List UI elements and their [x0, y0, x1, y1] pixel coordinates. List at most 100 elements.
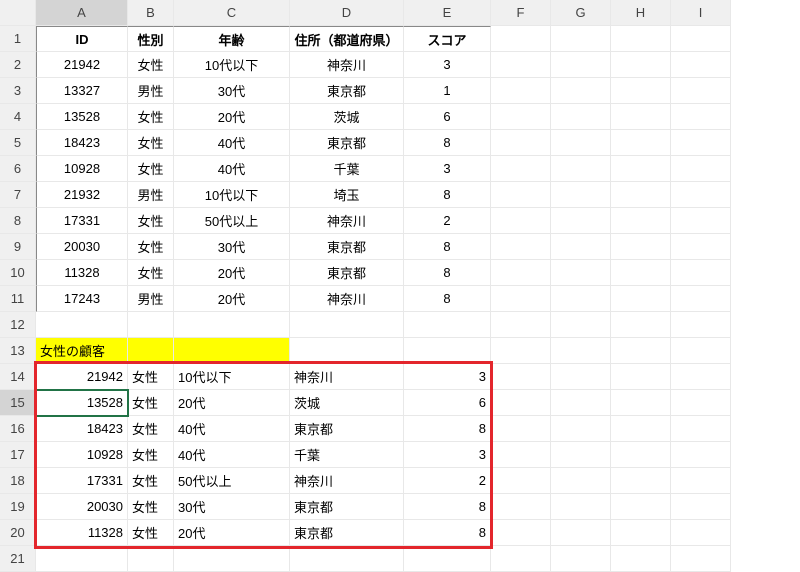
empty-cell[interactable]	[551, 182, 611, 208]
table1-cell[interactable]: 女性	[128, 234, 174, 260]
empty-cell[interactable]	[671, 312, 731, 338]
empty-cell[interactable]	[551, 78, 611, 104]
row-header-6[interactable]: 6	[0, 156, 36, 182]
table1-cell[interactable]: 男性	[128, 286, 174, 312]
empty-cell[interactable]	[491, 234, 551, 260]
row-header-1[interactable]: 1	[0, 26, 36, 52]
row-header-11[interactable]: 11	[0, 286, 36, 312]
table1-header-id[interactable]: ID	[36, 26, 128, 52]
empty-cell[interactable]	[611, 156, 671, 182]
empty-cell[interactable]	[174, 312, 290, 338]
table1-cell[interactable]: 東京都	[290, 130, 404, 156]
table1-cell[interactable]: 女性	[128, 130, 174, 156]
empty-cell[interactable]	[671, 260, 731, 286]
row-header-9[interactable]: 9	[0, 234, 36, 260]
empty-cell[interactable]	[611, 468, 671, 494]
empty-cell[interactable]	[404, 338, 491, 364]
column-header-A[interactable]: A	[36, 0, 128, 26]
table1-header-gender[interactable]: 性別	[128, 26, 174, 52]
empty-cell[interactable]	[551, 520, 611, 546]
table1-cell[interactable]: 3	[404, 156, 491, 182]
table2-cell[interactable]: 17331	[36, 468, 128, 494]
column-header-B[interactable]: B	[128, 0, 174, 26]
row-header-10[interactable]: 10	[0, 260, 36, 286]
table1-cell[interactable]: 40代	[174, 130, 290, 156]
empty-cell[interactable]	[491, 468, 551, 494]
empty-cell[interactable]	[611, 364, 671, 390]
empty-cell[interactable]	[491, 312, 551, 338]
table1-cell[interactable]: 10928	[36, 156, 128, 182]
row-header-3[interactable]: 3	[0, 78, 36, 104]
row-header-13[interactable]: 13	[0, 338, 36, 364]
empty-cell[interactable]	[128, 312, 174, 338]
empty-cell[interactable]	[671, 26, 731, 52]
empty-cell[interactable]	[671, 234, 731, 260]
section-label-fill[interactable]	[128, 338, 174, 364]
table1-cell[interactable]: 埼玉	[290, 182, 404, 208]
row-header-8[interactable]: 8	[0, 208, 36, 234]
empty-cell[interactable]	[128, 546, 174, 572]
empty-cell[interactable]	[611, 182, 671, 208]
table2-cell[interactable]: 8	[404, 416, 491, 442]
table2-cell[interactable]: 茨城	[290, 390, 404, 416]
empty-cell[interactable]	[671, 52, 731, 78]
empty-cell[interactable]	[611, 130, 671, 156]
row-header-14[interactable]: 14	[0, 364, 36, 390]
table2-cell[interactable]: 30代	[174, 494, 290, 520]
table1-cell[interactable]: 女性	[128, 104, 174, 130]
empty-cell[interactable]	[551, 104, 611, 130]
table1-cell[interactable]: 8	[404, 182, 491, 208]
table2-cell[interactable]: 8	[404, 494, 491, 520]
empty-cell[interactable]	[491, 182, 551, 208]
table2-cell[interactable]: 女性	[128, 494, 174, 520]
column-header-H[interactable]: H	[611, 0, 671, 26]
table1-cell[interactable]: 神奈川	[290, 52, 404, 78]
table1-cell[interactable]: 東京都	[290, 260, 404, 286]
table1-cell[interactable]: 21932	[36, 182, 128, 208]
empty-cell[interactable]	[491, 208, 551, 234]
empty-cell[interactable]	[551, 546, 611, 572]
table1-cell[interactable]: 東京都	[290, 234, 404, 260]
empty-cell[interactable]	[491, 494, 551, 520]
table2-cell[interactable]: 20代	[174, 390, 290, 416]
empty-cell[interactable]	[551, 156, 611, 182]
table1-cell[interactable]: 男性	[128, 182, 174, 208]
table1-cell[interactable]: 8	[404, 260, 491, 286]
empty-cell[interactable]	[36, 312, 128, 338]
table1-cell[interactable]: 3	[404, 52, 491, 78]
table1-cell[interactable]: 11328	[36, 260, 128, 286]
empty-cell[interactable]	[290, 312, 404, 338]
empty-cell[interactable]	[671, 468, 731, 494]
empty-cell[interactable]	[551, 260, 611, 286]
table2-cell[interactable]: 女性	[128, 390, 174, 416]
empty-cell[interactable]	[551, 286, 611, 312]
empty-cell[interactable]	[671, 520, 731, 546]
empty-cell[interactable]	[611, 104, 671, 130]
table1-cell[interactable]: 20代	[174, 260, 290, 286]
table1-cell[interactable]: 女性	[128, 156, 174, 182]
empty-cell[interactable]	[491, 104, 551, 130]
table2-cell[interactable]: 10928	[36, 442, 128, 468]
empty-cell[interactable]	[551, 26, 611, 52]
table2-cell[interactable]: 女性	[128, 520, 174, 546]
table1-cell[interactable]: 30代	[174, 234, 290, 260]
table1-cell[interactable]: 13528	[36, 104, 128, 130]
row-header-12[interactable]: 12	[0, 312, 36, 338]
table2-cell[interactable]: 3	[404, 364, 491, 390]
table2-cell[interactable]: 40代	[174, 416, 290, 442]
row-header-19[interactable]: 19	[0, 494, 36, 520]
empty-cell[interactable]	[491, 286, 551, 312]
empty-cell[interactable]	[551, 234, 611, 260]
table1-cell[interactable]: 8	[404, 130, 491, 156]
row-header-17[interactable]: 17	[0, 442, 36, 468]
empty-cell[interactable]	[551, 468, 611, 494]
empty-cell[interactable]	[551, 494, 611, 520]
table1-cell[interactable]: 女性	[128, 52, 174, 78]
table1-cell[interactable]: 8	[404, 234, 491, 260]
empty-cell[interactable]	[491, 260, 551, 286]
column-header-G[interactable]: G	[551, 0, 611, 26]
empty-cell[interactable]	[611, 234, 671, 260]
table1-cell[interactable]: 21942	[36, 52, 128, 78]
table1-header-score[interactable]: スコア	[404, 26, 491, 52]
empty-cell[interactable]	[671, 286, 731, 312]
